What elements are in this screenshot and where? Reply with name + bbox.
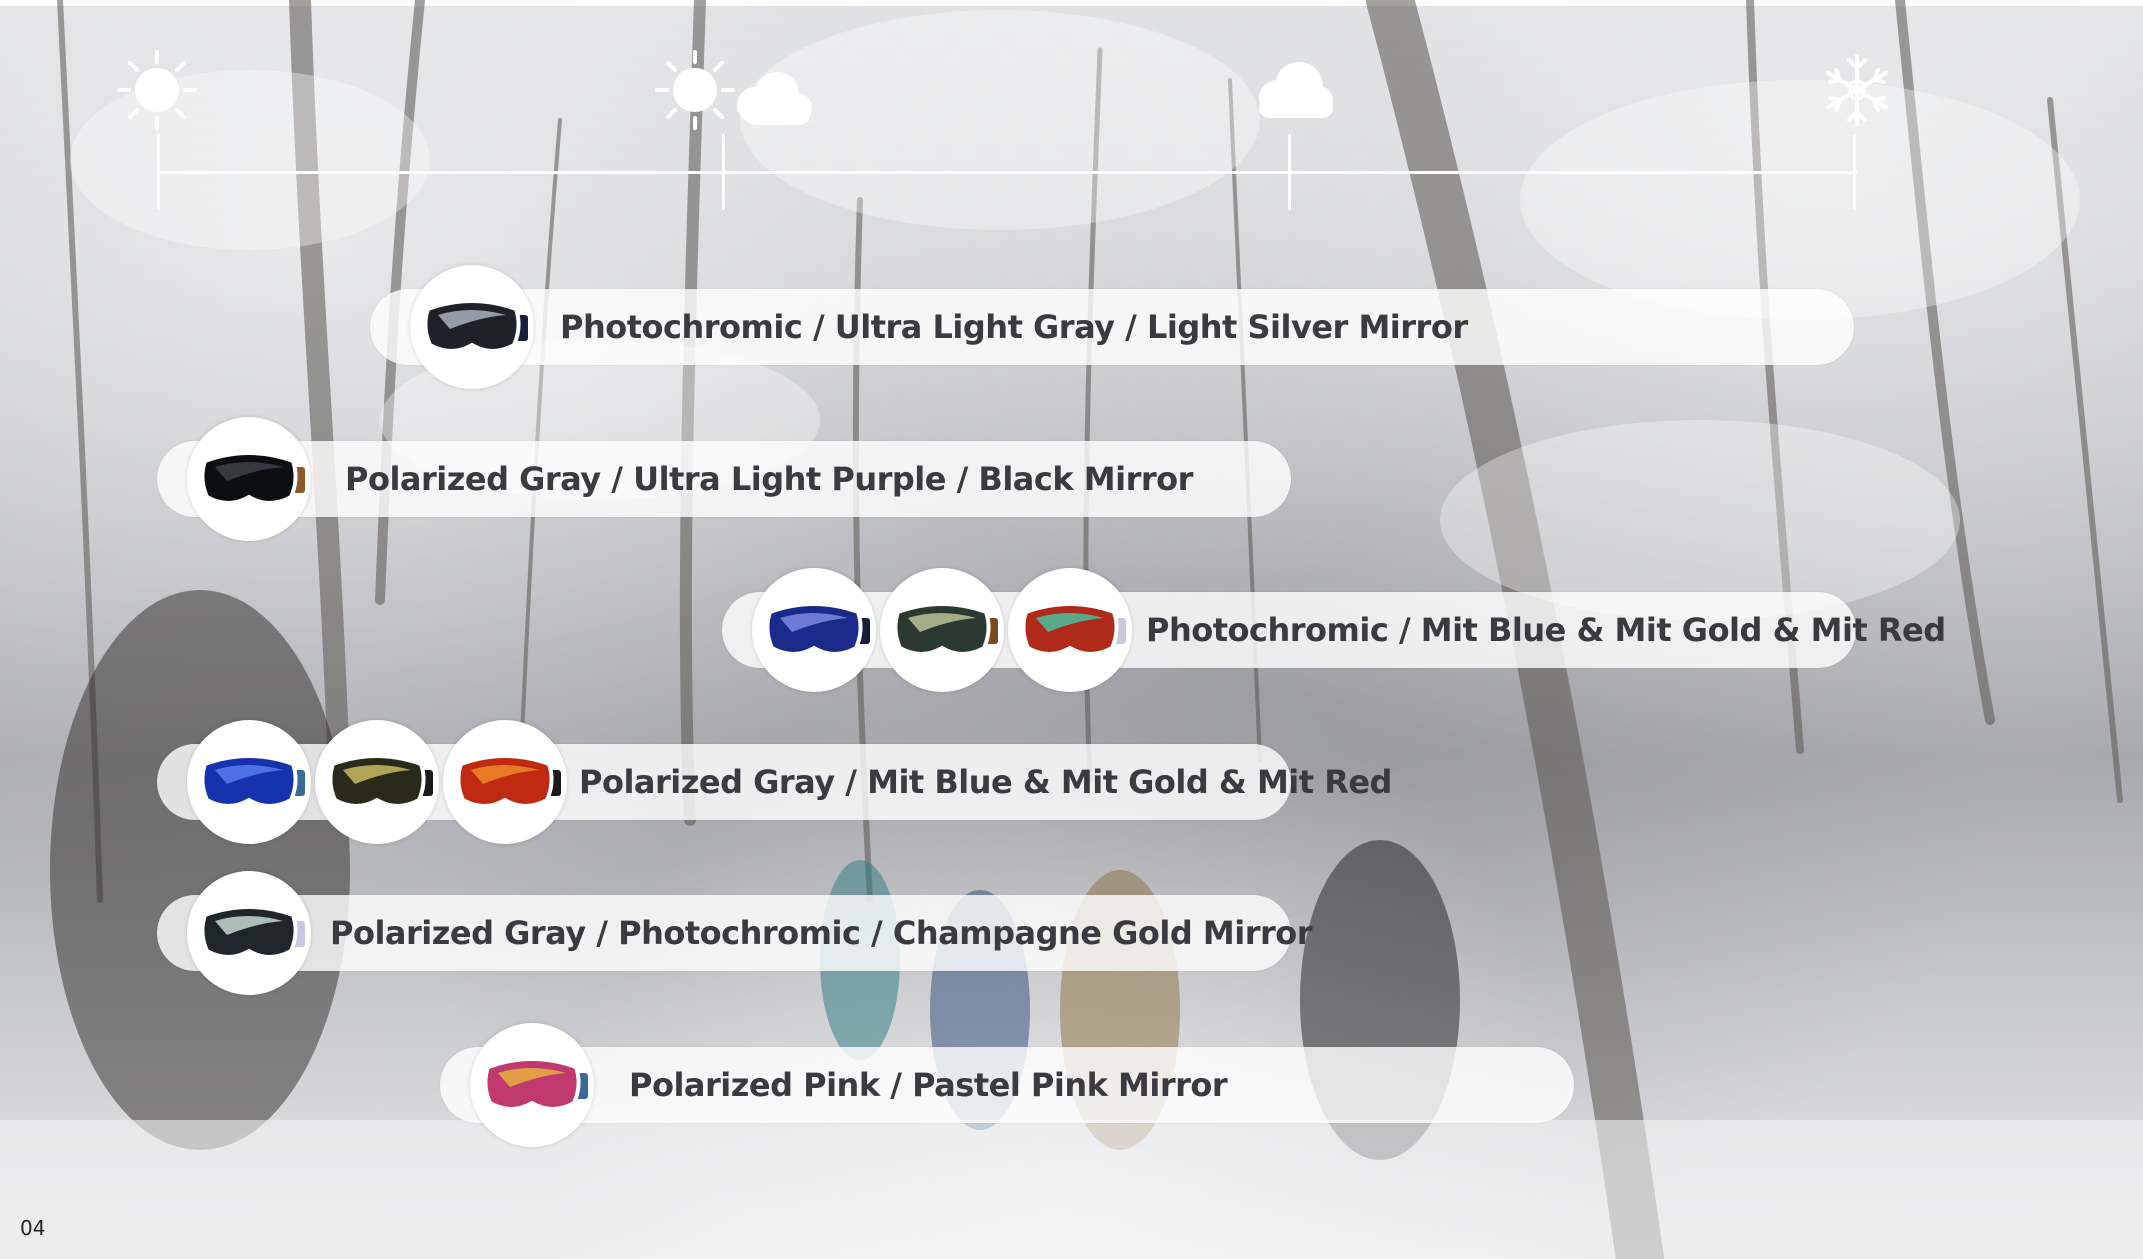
- lens-option-label: Polarized Gray / Mit Blue & Mit Gold & M…: [579, 763, 1392, 801]
- timeline-tick: [1853, 134, 1856, 210]
- sun-cloud-icon: [655, 50, 815, 144]
- lens-option-label: Photochromic / Ultra Light Gray / Light …: [560, 308, 1468, 346]
- goggle-lens-chart-page: Photochromic / Ultra Light Gray / Light …: [0, 0, 2143, 1259]
- goggle-mit-red-icon: [456, 754, 561, 808]
- lens-option-label: Polarized Gray / Ultra Light Purple / Bl…: [345, 460, 1193, 498]
- lens-option-label: Polarized Gray / Photochromic / Champagn…: [330, 914, 1313, 952]
- lens-circle: [1008, 568, 1132, 692]
- timeline-tick: [157, 134, 160, 210]
- lens-option-row: Photochromic / Mit Blue & Mit Gold & Mit…: [722, 568, 1946, 692]
- lens-option-label: Polarized Pink / Pastel Pink Mirror: [629, 1066, 1228, 1104]
- goggle-mit-gold-icon: [328, 754, 433, 808]
- lens-circle: [443, 720, 567, 844]
- sun-icon: [117, 50, 197, 134]
- timeline-line: [157, 171, 1857, 174]
- lens-circle: [315, 720, 439, 844]
- lens-circle: [187, 871, 311, 995]
- lens-circle: [880, 568, 1004, 692]
- timeline-tick: [1288, 134, 1291, 210]
- snowflake-icon: [1822, 52, 1892, 132]
- lens-circle: [470, 1023, 594, 1147]
- lens-option-row: Polarized Gray / Mit Blue & Mit Gold & M…: [157, 720, 1392, 844]
- goggle-champagne-gold-icon: [200, 905, 305, 959]
- goggle-pastel-pink-icon: [483, 1057, 588, 1111]
- lens-option-row: Polarized Gray / Photochromic / Champagn…: [157, 871, 1313, 995]
- lens-circle: [187, 720, 311, 844]
- lens-circle: [752, 568, 876, 692]
- lens-option-row: Polarized Pink / Pastel Pink Mirror: [440, 1023, 1574, 1147]
- weather-timeline: [0, 0, 2143, 230]
- goggle-gray-silver-icon: [423, 299, 528, 353]
- lens-circle: [410, 265, 534, 389]
- lens-circle: [187, 417, 311, 541]
- goggle-mit-blue-icon: [765, 602, 870, 656]
- cloud-icon: [1255, 58, 1335, 132]
- lens-option-row: Photochromic / Ultra Light Gray / Light …: [370, 265, 1854, 389]
- goggle-mit-blue-icon: [200, 754, 305, 808]
- goggle-black-mirror-icon: [200, 451, 305, 505]
- timeline-tick: [722, 134, 725, 210]
- goggle-mit-red-icon: [1021, 602, 1126, 656]
- lens-option-label: Photochromic / Mit Blue & Mit Gold & Mit…: [1146, 611, 1946, 649]
- page-number: 04: [20, 1216, 46, 1240]
- lens-option-row: Polarized Gray / Ultra Light Purple / Bl…: [157, 417, 1291, 541]
- goggle-mit-gold-icon: [893, 602, 998, 656]
